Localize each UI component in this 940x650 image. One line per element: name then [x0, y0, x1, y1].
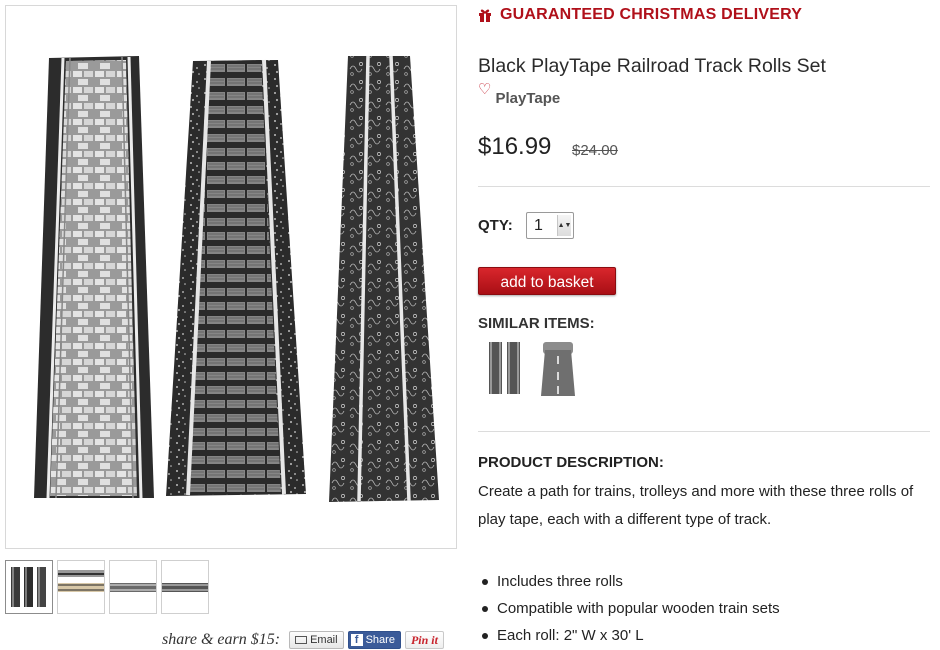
envelope-icon: [295, 636, 308, 644]
current-price: $16.99: [478, 133, 552, 160]
similar-item-2[interactable]: [540, 340, 576, 403]
share-label: share & earn $15:: [162, 631, 281, 648]
pinterest-button[interactable]: Pin it: [404, 631, 444, 649]
list-item: Each roll: 2" W x 30' L: [478, 622, 780, 649]
track-rolls-image: [34, 55, 439, 502]
facebook-share-button[interactable]: f Share: [347, 631, 401, 649]
similar-items-label: SIMILAR ITEMS:: [478, 315, 595, 332]
thumbnail-2[interactable]: [57, 560, 105, 614]
product-title: Black PlayTape Railroad Track Rolls Set: [478, 55, 826, 77]
similar-item-2-image: [541, 342, 575, 396]
add-to-basket-button[interactable]: add to basket: [478, 267, 616, 295]
similar-item-1-image: [489, 342, 520, 394]
divider: [478, 431, 930, 432]
facebook-icon: f: [350, 634, 363, 646]
quantity-value: 1: [534, 216, 543, 234]
pinterest-label: Pin it: [410, 632, 438, 647]
similar-item-1[interactable]: [487, 340, 523, 401]
description-text: Create a path for trains, trolleys and m…: [478, 483, 914, 528]
product-main-image[interactable]: [5, 5, 457, 549]
christmas-delivery-banner: GUARANTEED CHRISTMAS DELIVERY: [478, 6, 802, 24]
thumbnail-1[interactable]: [5, 560, 53, 614]
three-rolls-thumbnail: [11, 567, 46, 607]
list-item: Compatible with popular wooden train set…: [478, 595, 780, 622]
promo-text: GUARANTEED CHRISTMAS DELIVERY: [500, 6, 803, 23]
email-share-button[interactable]: Email: [289, 631, 344, 649]
brand-link[interactable]: PlayTape: [495, 90, 560, 107]
brand-row: ♡ PlayTape: [478, 82, 560, 107]
share-bar: share & earn $15: Email f Share Pin it: [162, 630, 448, 650]
heart-icon[interactable]: ♡: [478, 82, 491, 97]
foliage-roll-thumbnail: [162, 583, 208, 592]
feature-list: Includes three rolls Compatible with pop…: [478, 568, 780, 649]
thumbnail-4[interactable]: [161, 560, 209, 614]
divider: [478, 186, 930, 187]
thumbnail-3[interactable]: [109, 560, 157, 614]
original-price: $24.00: [572, 142, 618, 159]
quantity-label: QTY:: [478, 217, 513, 234]
tie-roll-thumbnail: [110, 583, 156, 592]
list-item: Includes three rolls: [478, 568, 780, 595]
email-share-label: Email: [310, 634, 338, 646]
quantity-select[interactable]: 1 ▲▼: [526, 212, 574, 239]
gift-icon: [479, 9, 491, 22]
facebook-share-label: Share: [365, 634, 395, 646]
cobblestone-roll-thumbnail: [58, 570, 104, 592]
description-heading: PRODUCT DESCRIPTION:: [478, 454, 664, 471]
chevron-updown-icon: ▲▼: [557, 215, 571, 236]
